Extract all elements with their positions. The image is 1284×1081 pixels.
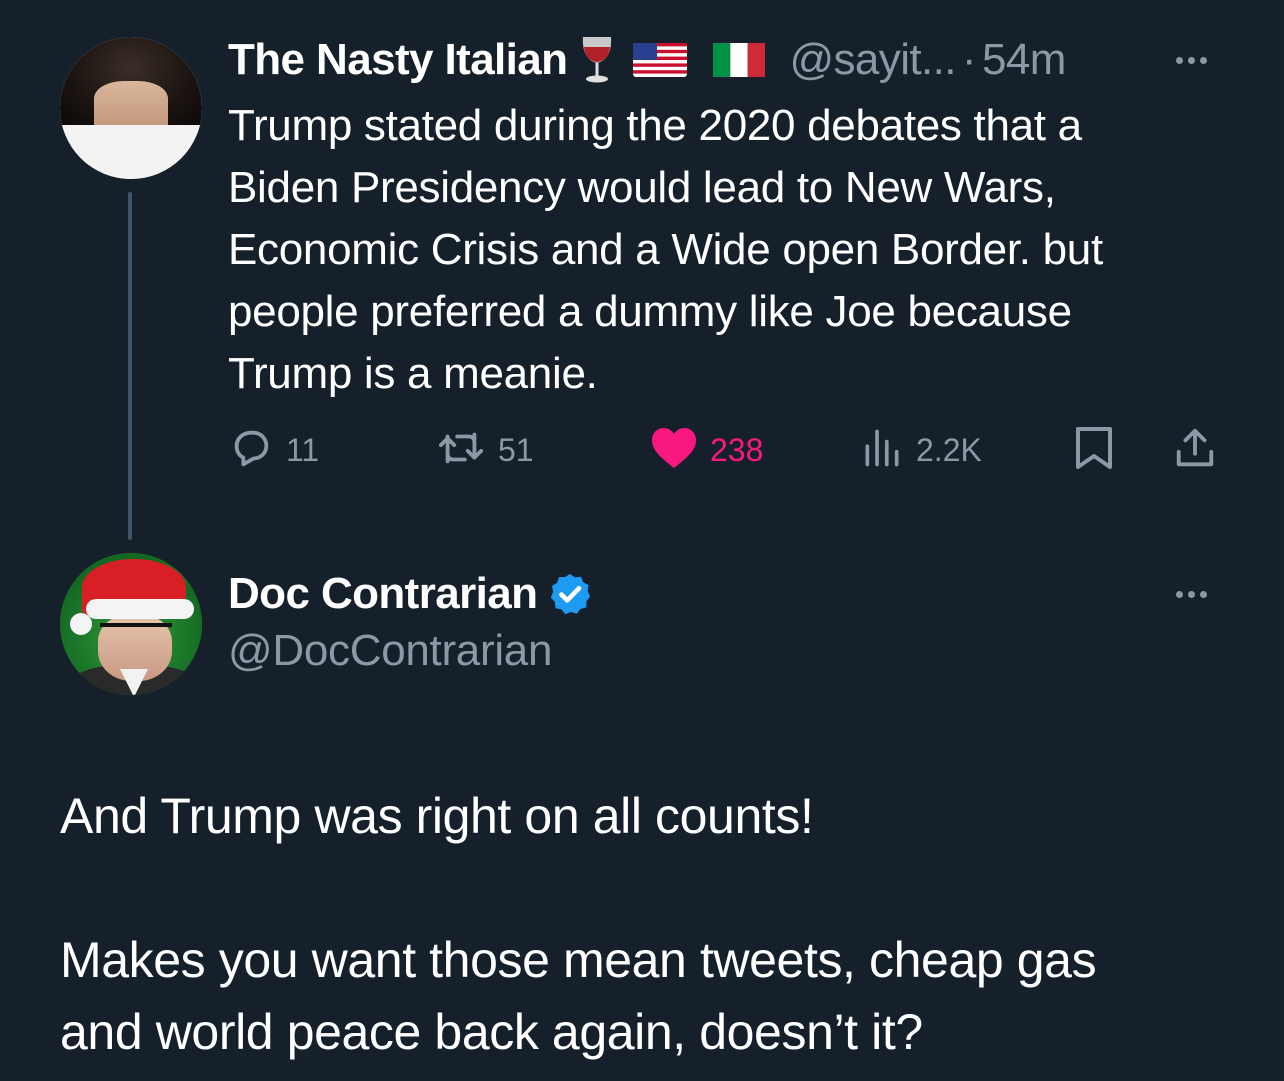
avatar[interactable]: [60, 553, 202, 695]
author-name[interactable]: The Nasty Italian: [228, 35, 568, 85]
tweet-text: And Trump was right on all counts! Makes…: [60, 780, 1260, 1068]
repost-button[interactable]: 51: [436, 420, 534, 480]
tweet-text-line: Biden Presidency would lead to New Wars,: [228, 163, 1056, 212]
author-name[interactable]: Doc Contrarian: [228, 569, 538, 619]
tweet-text-line: people preferred a dummy like Joe becaus…: [228, 287, 1072, 336]
tweet-text-line: Trump is a meanie.: [228, 349, 598, 398]
reply-count: 11: [286, 431, 320, 468]
bookmark-button[interactable]: [1072, 420, 1116, 480]
tweet-header: The Nasty Italian @sayit... · 54m: [228, 32, 1066, 88]
bookmark-icon: [1072, 424, 1116, 477]
author-name-row: Doc Contrarian: [228, 566, 593, 622]
verified-badge-icon[interactable]: [547, 571, 593, 617]
tweet-actions: 11 51 238 2.2K: [228, 420, 1228, 480]
wine-glass-icon: [579, 35, 615, 85]
thread-line: [128, 192, 132, 540]
like-button[interactable]: 238: [650, 420, 763, 480]
share-icon: [1172, 424, 1218, 477]
tweet-text-line: And Trump was right on all counts!: [60, 788, 814, 844]
share-button[interactable]: [1172, 420, 1218, 480]
avatar[interactable]: [60, 37, 202, 179]
tweet-text-line: and world peace back again, doesn’t it?: [60, 1004, 923, 1060]
italy-flag-icon: [713, 43, 766, 77]
reply-button[interactable]: 11: [228, 420, 319, 480]
more-options-icon[interactable]: [1176, 57, 1207, 64]
author-handle[interactable]: @sayit...: [789, 35, 956, 85]
tweet-text-line: Trump stated during the 2020 debates tha…: [228, 101, 1082, 150]
analytics-icon: [860, 426, 904, 475]
tweet-text: Trump stated during the 2020 debates tha…: [228, 95, 1248, 405]
views-button[interactable]: 2.2K: [860, 420, 982, 480]
repost-count: 51: [498, 431, 534, 468]
heart-icon: [650, 426, 698, 475]
reply-icon: [228, 425, 274, 476]
repost-icon: [436, 425, 486, 476]
tweet-text-line: Economic Crisis and a Wide open Border. …: [228, 225, 1103, 274]
timestamp[interactable]: 54m: [982, 35, 1066, 85]
us-flag-icon: [633, 43, 688, 77]
like-count: 238: [710, 431, 764, 468]
more-options-icon[interactable]: [1176, 591, 1207, 598]
view-count: 2.2K: [916, 431, 982, 468]
tweet-text-line: Makes you want those mean tweets, cheap …: [60, 932, 1097, 988]
separator-dot: ·: [961, 35, 977, 84]
author-handle[interactable]: @DocContrarian: [228, 626, 552, 676]
